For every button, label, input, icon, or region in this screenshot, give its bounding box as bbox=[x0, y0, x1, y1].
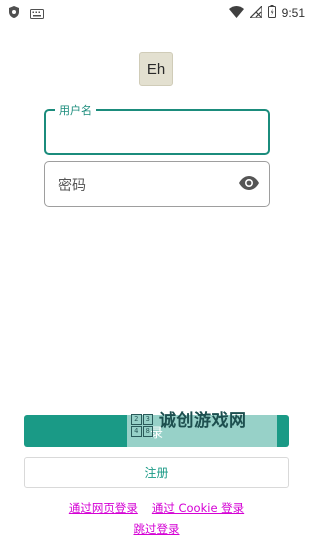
app-logo-text: Eh bbox=[146, 60, 166, 78]
cookie-login-link[interactable]: 通过 Cookie 登录 bbox=[152, 500, 244, 516]
register-button[interactable]: 注册 bbox=[24, 457, 289, 488]
skip-login-row: 跳过登录 bbox=[0, 521, 313, 537]
watermark-digit: 8 bbox=[142, 426, 153, 437]
skip-login-link[interactable]: 跳过登录 bbox=[134, 522, 180, 536]
watermark-digit: 4 bbox=[131, 426, 142, 437]
watermark-text: 诚创游戏网 bbox=[159, 411, 247, 431]
watermark-logo: 2 3 4 8 bbox=[131, 414, 153, 437]
watermark: 2 3 4 8 诚创游戏网 bbox=[127, 406, 277, 448]
app-logo: Eh bbox=[139, 52, 173, 86]
wifi-icon bbox=[228, 3, 244, 22]
watermark-digit: 2 bbox=[131, 414, 142, 425]
shield-icon bbox=[8, 4, 20, 23]
web-login-link[interactable]: 通过网页登录 bbox=[69, 500, 138, 516]
alt-login-links: 通过网页登录 通过 Cookie 登录 bbox=[0, 500, 313, 516]
username-label: 用户名 bbox=[55, 102, 96, 118]
register-button-label: 注册 bbox=[144, 466, 169, 480]
password-field[interactable]: 密码 bbox=[44, 161, 270, 207]
signal-off-icon bbox=[248, 3, 263, 22]
watermark-digit: 3 bbox=[142, 414, 153, 425]
username-field[interactable]: 用户名 bbox=[44, 102, 270, 155]
password-placeholder: 密码 bbox=[58, 178, 86, 194]
status-bar: 9:51 bbox=[0, 0, 313, 24]
battery-icon bbox=[267, 3, 276, 22]
clock: 9:51 bbox=[281, 5, 305, 20]
eye-icon[interactable] bbox=[239, 175, 259, 194]
keyboard-icon bbox=[30, 4, 44, 23]
